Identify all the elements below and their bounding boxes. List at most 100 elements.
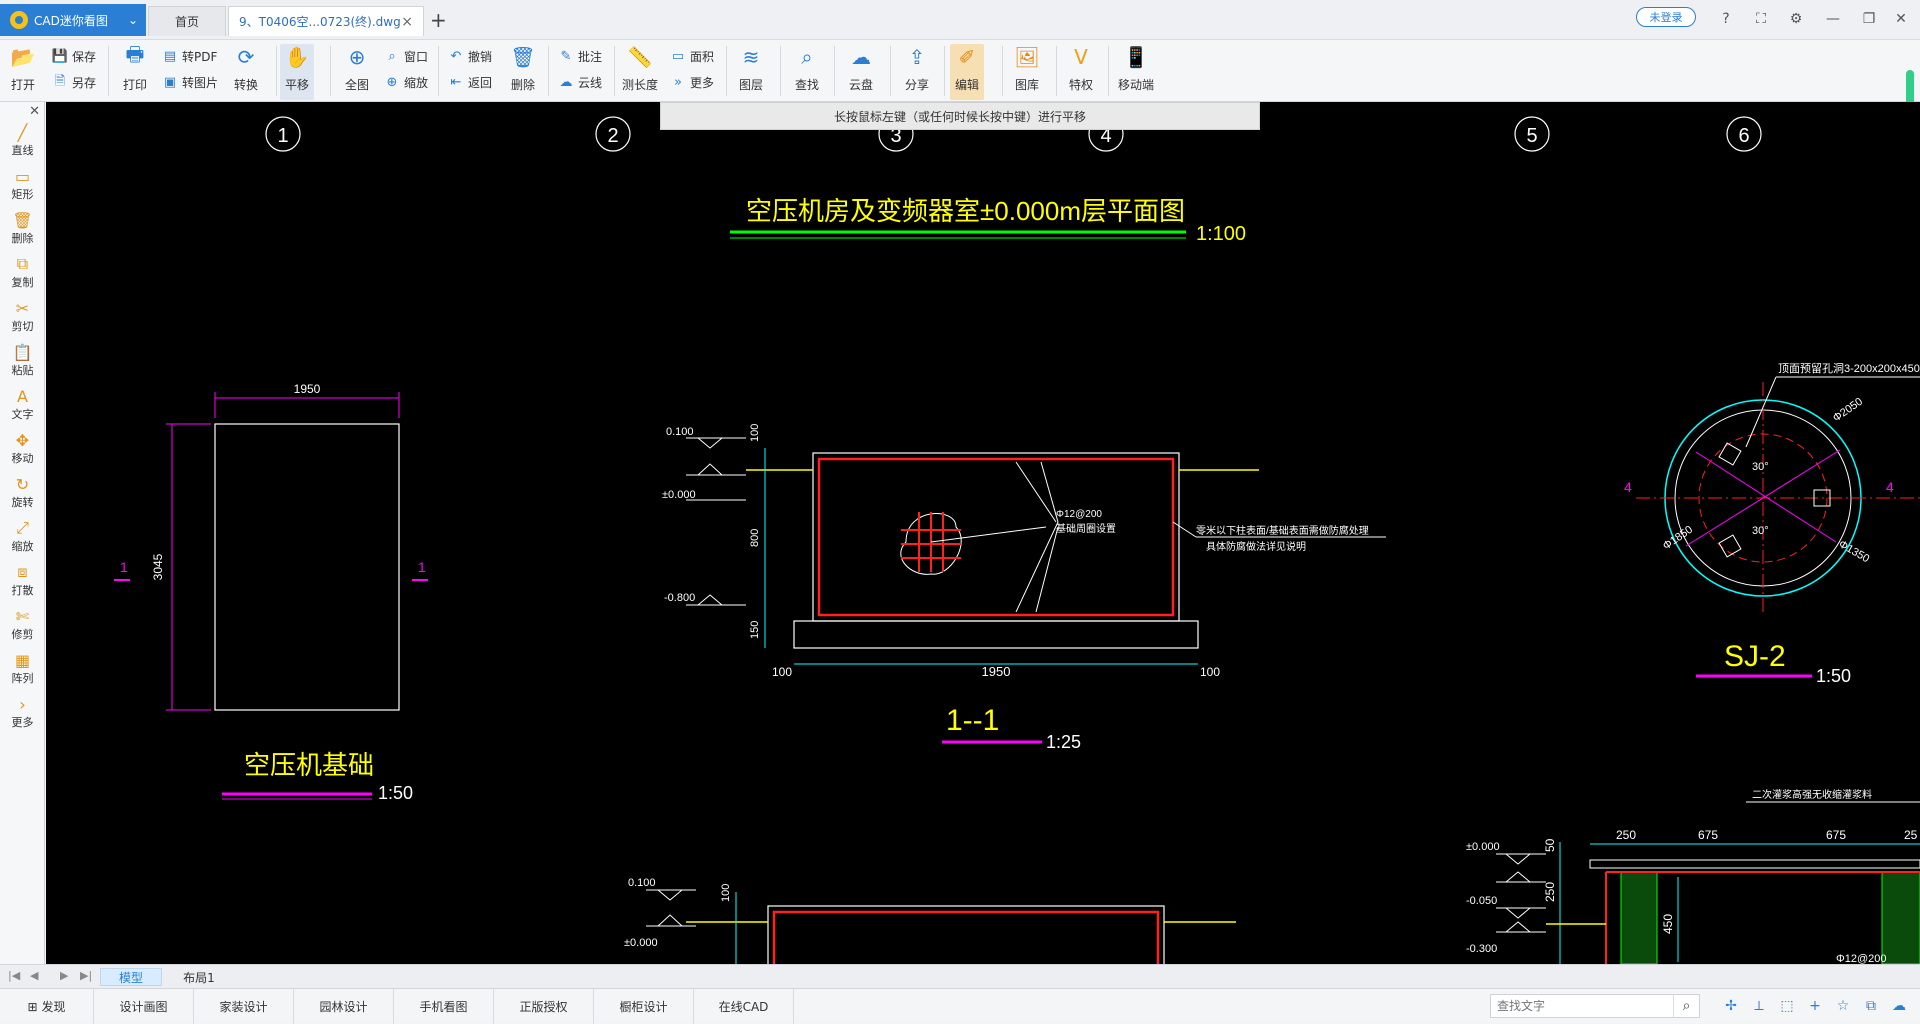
- tool-rotate[interactable]: ↻ 旋转: [0, 474, 45, 510]
- tool-scale[interactable]: ⤢ 缩放: [0, 518, 45, 554]
- tool-label: 阵列: [11, 672, 34, 685]
- close-panel-icon[interactable]: ✕: [29, 104, 40, 119]
- to-pdf-button[interactable]: ▤ 转PDF: [162, 48, 218, 65]
- tool-trim[interactable]: ✄ 修剪: [0, 606, 45, 642]
- next-layout-icon[interactable]: ▶: [60, 969, 68, 982]
- crosshair-icon[interactable]: +: [1804, 995, 1826, 1017]
- settings-icon[interactable]: ⚙: [1785, 8, 1807, 30]
- link-design-drawing[interactable]: 设计画图: [94, 989, 194, 1024]
- gallery-button[interactable]: 🖼 图库: [1014, 44, 1040, 93]
- cloud-disk-button[interactable]: ☁ 云盘: [848, 44, 874, 93]
- login-button[interactable]: 未登录: [1636, 7, 1696, 27]
- link-garden-design[interactable]: 园林设计: [294, 989, 394, 1024]
- privilege-button[interactable]: V 特权: [1068, 44, 1094, 93]
- tool-cut[interactable]: ✂ 剪切: [0, 298, 45, 334]
- grid-label: 6: [1738, 125, 1749, 147]
- search-icon[interactable]: ⌕: [1673, 995, 1699, 1017]
- fullscreen-icon[interactable]: ⛶: [1750, 8, 1772, 30]
- tool-more[interactable]: › 更多: [0, 694, 45, 730]
- zoom-button[interactable]: ⊕ 缩放: [384, 74, 428, 91]
- undo-button[interactable]: ↶ 撤销: [448, 48, 492, 65]
- cloud-sync-icon[interactable]: ☁: [1888, 995, 1910, 1017]
- share-button[interactable]: ⇪ 分享: [904, 44, 930, 93]
- print-button[interactable]: 🖶 打印: [122, 42, 148, 93]
- new-tab-button[interactable]: +: [430, 8, 447, 32]
- tool-rectangle[interactable]: ▭ 矩形: [0, 166, 45, 202]
- to-image-button[interactable]: ▣ 转图片: [162, 74, 218, 91]
- annotate-button[interactable]: ✎ 批注: [558, 48, 602, 65]
- text-search-input[interactable]: [1491, 995, 1673, 1017]
- tool-array[interactable]: ▦ 阵列: [0, 650, 45, 686]
- tool-text[interactable]: A 文字: [0, 386, 45, 422]
- last-layout-icon[interactable]: ▶|: [80, 969, 92, 982]
- sj-dia-1: Φ2050: [1831, 396, 1865, 425]
- section-mark-left: 1: [120, 559, 128, 575]
- open-button[interactable]: 📂 打开: [10, 44, 36, 93]
- close-window-icon[interactable]: ✕: [1890, 8, 1912, 30]
- sj-scale: 1:50: [1816, 666, 1851, 686]
- link-cabinet-design[interactable]: 橱柜设计: [594, 989, 694, 1024]
- rotate-icon: ↻: [15, 474, 30, 494]
- window-zoom-button[interactable]: ⌕ 窗口: [384, 48, 428, 65]
- first-layout-icon[interactable]: |◀: [8, 969, 20, 982]
- link-mobile-view[interactable]: 手机看图: [394, 989, 494, 1024]
- tool-line[interactable]: ╱ 直线: [0, 122, 45, 158]
- area-button[interactable]: ▭ 面积: [670, 48, 714, 65]
- tab-file[interactable]: 9、T0406空...0723(终).dwg ×: [228, 6, 424, 36]
- convert-button[interactable]: ⟳ 转换: [233, 44, 259, 93]
- layers-icon: ≋: [742, 45, 760, 69]
- snap-icon[interactable]: ✢: [1720, 995, 1742, 1017]
- tool-paste[interactable]: 📋 粘贴: [0, 342, 45, 378]
- discover-button[interactable]: ⊞ 发现: [0, 989, 94, 1024]
- save-as-button[interactable]: 🗎 另存: [52, 74, 96, 91]
- link-home-design[interactable]: 家装设计: [194, 989, 294, 1024]
- link-online-cad[interactable]: 在线CAD: [694, 989, 794, 1024]
- delete-button[interactable]: 🗑 删除: [510, 44, 536, 93]
- cloud-line-button[interactable]: ☁ 云线: [558, 74, 603, 91]
- measure-label: 测长度: [622, 78, 659, 92]
- app-menu-button[interactable]: CAD迷你看图 ⌄: [0, 4, 146, 36]
- restore-icon[interactable]: ❐: [1858, 8, 1880, 30]
- pan-button[interactable]: ✋ 平移: [280, 44, 314, 100]
- line-icon: ╱: [17, 122, 28, 142]
- folder-open-icon: 📂: [10, 45, 36, 69]
- move-icon: ✥: [15, 430, 30, 450]
- tab-model[interactable]: 模型: [100, 968, 162, 986]
- tab-home[interactable]: 首页: [148, 6, 226, 36]
- full-view-button[interactable]: ⊕ 全图: [344, 44, 370, 93]
- array-icon: ▦: [14, 650, 31, 670]
- find-button[interactable]: ⌕ 查找: [794, 44, 820, 93]
- tab-layout1[interactable]: 布局1: [168, 968, 230, 986]
- more-measure-button[interactable]: » 更多: [670, 74, 714, 91]
- layers-button[interactable]: ≋ 图层: [738, 44, 764, 93]
- minimize-icon[interactable]: —: [1822, 8, 1844, 30]
- save-button[interactable]: 💾 保存: [52, 48, 96, 65]
- back-button[interactable]: ⇤ 返回: [448, 74, 492, 91]
- grid-icon: ⊞: [27, 999, 38, 1014]
- edit-label: 编辑: [954, 78, 979, 92]
- select-icon[interactable]: ⬚: [1776, 995, 1798, 1017]
- mobile-button[interactable]: 📱 移动端: [1118, 44, 1154, 93]
- favorite-icon[interactable]: ☆: [1832, 995, 1854, 1017]
- rebar-note-1: Φ12@200: [1056, 509, 1102, 520]
- tool-explode[interactable]: ⧈ 打散: [0, 562, 45, 598]
- tool-move[interactable]: ✥ 移动: [0, 430, 45, 466]
- link-license[interactable]: 正版授权: [494, 989, 594, 1024]
- close-tab-icon[interactable]: ×: [401, 14, 413, 30]
- toolbar-divider: [726, 46, 727, 96]
- tool-delete[interactable]: 🗑 删除: [0, 210, 45, 246]
- section3-dim: 25: [1904, 828, 1918, 842]
- prev-layout-icon[interactable]: ◀: [30, 969, 38, 982]
- help-icon[interactable]: ?: [1715, 8, 1737, 30]
- section3-level-1: -0.050: [1466, 895, 1497, 907]
- rectangle-icon: ▭: [14, 166, 31, 186]
- mobile-label: 移动端: [1118, 78, 1155, 92]
- tool-copy[interactable]: ⧉ 复制: [0, 254, 45, 290]
- measure-button[interactable]: 📏 测长度: [622, 44, 658, 93]
- edit-button[interactable]: ✐ 编辑: [950, 44, 984, 100]
- drawing-canvas[interactable]: 1 2 3 4 5 6 空压机房及变频器室±0.000m层平面图 1:100 1…: [46, 102, 1920, 964]
- open-label: 打开: [10, 78, 35, 92]
- ortho-icon[interactable]: ⟂: [1748, 995, 1770, 1017]
- external-link-icon[interactable]: ⧉: [1860, 995, 1882, 1017]
- text-search-box: ⌕: [1490, 994, 1700, 1018]
